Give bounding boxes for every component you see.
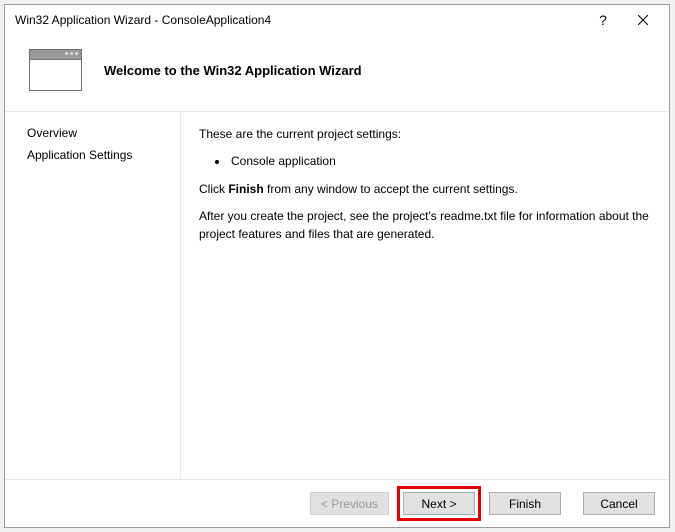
sidebar-item-overview[interactable]: Overview (5, 122, 180, 144)
next-button[interactable]: Next > (403, 492, 475, 515)
content: Overview Application Settings These are … (5, 111, 669, 479)
close-icon (638, 15, 648, 25)
finish-instruction: Click Finish from any window to accept t… (199, 181, 651, 198)
main-panel: These are the current project settings: … (181, 112, 669, 479)
previous-button: < Previous (310, 492, 389, 515)
sidebar-item-application-settings[interactable]: Application Settings (5, 144, 180, 166)
readme-note: After you create the project, see the pr… (199, 208, 651, 243)
settings-list: Console application (199, 153, 651, 170)
footer: < Previous Next > Finish Cancel (5, 479, 669, 527)
window-title: Win32 Application Wizard - ConsoleApplic… (15, 13, 583, 27)
sidebar: Overview Application Settings (5, 112, 181, 479)
help-button[interactable]: ? (583, 7, 623, 33)
titlebar: Win32 Application Wizard - ConsoleApplic… (5, 5, 669, 35)
wizard-dialog: Win32 Application Wizard - ConsoleApplic… (4, 4, 670, 528)
list-item: Console application (229, 153, 651, 170)
wizard-heading: Welcome to the Win32 Application Wizard (104, 63, 362, 78)
cancel-button[interactable]: Cancel (583, 492, 655, 515)
finish-button[interactable]: Finish (489, 492, 561, 515)
intro-text: These are the current project settings: (199, 126, 651, 143)
close-button[interactable] (623, 7, 663, 33)
next-button-highlight: Next > (397, 486, 481, 521)
header: Welcome to the Win32 Application Wizard (5, 35, 669, 111)
wizard-window-icon (29, 49, 82, 91)
